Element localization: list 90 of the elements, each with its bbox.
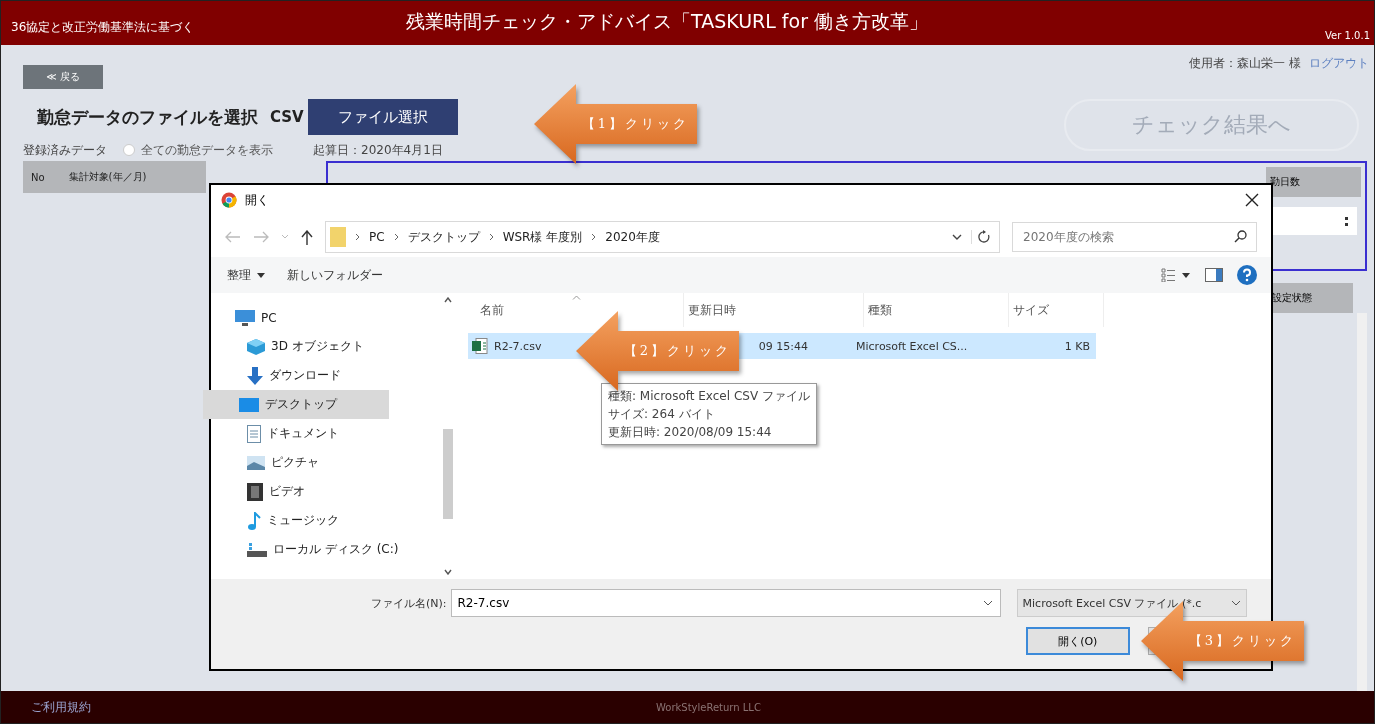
search-field[interactable]: 2020年度の検索 [1012, 222, 1257, 252]
chevron-icon [393, 233, 399, 241]
search-icon [1234, 230, 1247, 243]
folder-icon [330, 227, 346, 247]
up-arrow-icon[interactable] [301, 229, 313, 245]
computer-icon [235, 309, 255, 326]
tooltip-line: 更新日時: 2020/08/09 15:44 [608, 424, 773, 441]
nav-label: PC [261, 310, 277, 325]
breadcrumb[interactable]: 2020年度 [605, 228, 660, 246]
breadcrumb[interactable]: WSR様 年度別 [502, 228, 583, 246]
nav-label: デスクトップ [265, 396, 337, 413]
back-button[interactable]: ≪ 戻る [23, 65, 103, 89]
sort-caret-icon [572, 295, 581, 300]
nav-item[interactable]: デスクトップ [203, 390, 389, 419]
header-subtitle: 36協定と改正労働基準法に基づく [11, 18, 195, 36]
tooltip-line: サイズ: 264 バイト [608, 406, 716, 423]
filename-field[interactable]: R2-7.csv [450, 589, 1001, 617]
open-button[interactable]: 開く(O) [1026, 627, 1130, 655]
view-options-icon[interactable] [1161, 268, 1191, 282]
nav-label: 3D オブジェクト [271, 338, 364, 355]
dropdown-icon [1230, 600, 1241, 606]
chevron-icon [591, 233, 597, 241]
scroll-up-icon[interactable] [444, 297, 452, 303]
scrollbar[interactable] [1357, 313, 1367, 691]
dropdown-icon[interactable] [952, 233, 962, 241]
version-label: Ver 1.0.1 [1325, 30, 1370, 41]
nav-label: ダウンロード [269, 367, 341, 384]
breadcrumb[interactable]: PC [369, 230, 385, 244]
nav-label: ドキュメント [267, 425, 339, 442]
nav-item[interactable]: ビデオ [211, 477, 440, 506]
tooltip-line: 種類: Microsoft Excel CSV ファイル [608, 388, 810, 405]
callout-tooltip: 【1】クリック [534, 84, 697, 164]
help-icon[interactable] [1237, 265, 1257, 285]
refresh-icon[interactable] [971, 230, 991, 244]
file-size: 1 KB [1063, 339, 1091, 353]
document-icon [247, 424, 261, 443]
spreadsheet-file-icon [472, 338, 488, 354]
scroll-down-icon[interactable] [444, 569, 452, 575]
nav-label: ミュージック [267, 512, 339, 529]
registered-label: 登録済みデータ [23, 141, 107, 159]
dropdown-icon[interactable] [982, 600, 993, 606]
format-label: CSV [270, 108, 304, 126]
preview-pane-icon[interactable] [1205, 268, 1223, 282]
browser-logo-icon [221, 192, 237, 208]
file-select-button[interactable]: ファイル選択 [307, 99, 458, 135]
desktop-icon [239, 397, 259, 412]
nav-item[interactable]: ダウンロード [211, 361, 440, 390]
address-bar[interactable]: PC デスクトップ WSR様 年度別 2020年度 [325, 221, 1000, 253]
chevron-icon [355, 233, 360, 241]
start-date: 起算日：2020年4月1日 [313, 141, 443, 159]
file-date: 09 15:44 [758, 339, 808, 353]
column-header[interactable]: 種類 [864, 293, 1009, 327]
column-header: 集計対象(年／月) [68, 170, 147, 184]
checkbox-label: 全ての勤怠データを表示 [141, 141, 273, 159]
new-folder-button[interactable]: 新しいフォルダー [283, 266, 387, 284]
cube-icon [247, 338, 265, 355]
organize-menu[interactable]: 整理 [223, 266, 269, 284]
download-arrow-icon [247, 366, 263, 385]
caret-icon [257, 272, 265, 278]
breadcrumb[interactable]: デスクトップ [407, 228, 480, 246]
file-type: Microsoft Excel CS... [856, 339, 969, 353]
filename-label: ファイル名(N): [371, 595, 447, 611]
nav-label: ローカル ディスク (C:) [273, 541, 399, 558]
app-title: 残業時間チェック・アドバイス「TASKURL for 働き方改革」 [406, 9, 929, 34]
section-label: 勤怠データのファイルを選択 [37, 105, 258, 129]
file-type-select[interactable]: Microsoft Excel CSV ファイル (*.c [1016, 589, 1247, 617]
music-note-icon [247, 511, 261, 530]
file-name: R2-7.csv [494, 339, 542, 353]
checkbox[interactable] [123, 144, 135, 156]
film-icon [247, 482, 263, 501]
nav-item[interactable]: ドキュメント [211, 419, 440, 448]
footer-link[interactable]: ご利用規約 [31, 698, 91, 716]
select-field[interactable] [1272, 207, 1357, 235]
close-icon[interactable] [1245, 193, 1259, 207]
picture-icon [247, 455, 265, 470]
footer-copyright: WorkStyleReturn LLC [656, 701, 761, 713]
column-header: No [31, 171, 45, 183]
nav-label: ピクチャ [271, 454, 319, 471]
nav-label: ビデオ [269, 483, 305, 500]
chevron-icon [488, 233, 494, 241]
dialog-title: 開く [245, 191, 269, 209]
nav-item[interactable]: 3D オブジェクト [211, 332, 440, 361]
scroll-thumb[interactable] [443, 429, 453, 519]
user-name: 使用者：森山栄一 様 [1189, 55, 1301, 72]
disk-drive-icon [247, 542, 267, 557]
column-header[interactable]: サイズ [1009, 293, 1104, 327]
nav-item[interactable]: ピクチャ [211, 448, 440, 477]
nav-item[interactable]: PC [211, 303, 440, 332]
nav-item[interactable]: ローカル ディスク (C:) [211, 535, 440, 564]
nav-item[interactable]: ミュージック [211, 506, 440, 535]
